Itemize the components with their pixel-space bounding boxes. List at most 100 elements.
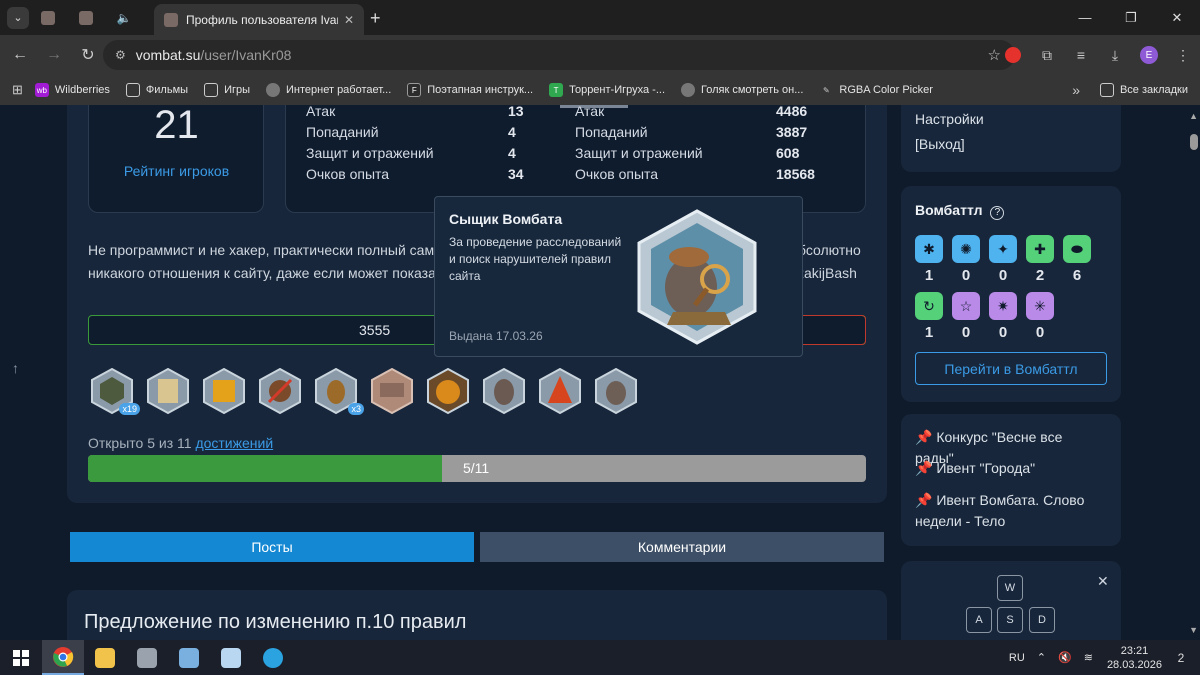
achievement-badge[interactable] (368, 367, 416, 415)
chrome-taskbar-app[interactable] (42, 640, 84, 675)
tab-search-button[interactable]: ⌄ (7, 6, 29, 29)
back-button[interactable]: ← (4, 39, 36, 71)
pinned-tab-1[interactable] (29, 4, 67, 32)
logout-link[interactable]: [Выход] (915, 136, 965, 152)
go-to-wombattle-button[interactable]: Перейти в Вомбаттл (915, 352, 1107, 385)
scroll-to-top-icon[interactable]: ↑ (12, 360, 19, 376)
stat-label: Очков опыта (575, 166, 659, 182)
tab-comments[interactable]: Комментарии (480, 532, 884, 562)
post-title[interactable]: Предложение по изменению п.10 правил (84, 611, 466, 634)
syringe-icon[interactable]: ✚ (1026, 235, 1054, 263)
all-bookmarks[interactable]: Все закладки (1099, 83, 1188, 97)
extension-red-icon[interactable] (1005, 47, 1021, 63)
paint-taskbar-app[interactable] (168, 640, 210, 675)
help-icon[interactable]: ? (990, 206, 1005, 220)
telegram-icon (263, 647, 283, 668)
close-tab-icon[interactable]: ✕ (344, 13, 354, 27)
key-s[interactable]: S (997, 607, 1023, 633)
start-button[interactable] (0, 640, 42, 675)
close-window-button[interactable]: ✕ (1154, 0, 1200, 35)
key-d[interactable]: D (1029, 607, 1055, 633)
tooltip-description: За проведение расследований и поиск нару… (449, 235, 622, 283)
stat-label: Защит и отражений (575, 145, 703, 161)
notepad-taskbar-app[interactable] (210, 640, 252, 675)
media-control-icon[interactable]: ≡ (1064, 47, 1098, 63)
bookmark-wildberries[interactable]: wb Wildberries (34, 83, 110, 97)
bookmark-rgba[interactable]: ✎ RGBA Color Picker (819, 83, 933, 97)
folder-icon (125, 83, 140, 97)
rank-card: 21 Рейтинг игроков (88, 105, 264, 213)
bookmark-folder-films[interactable]: Фильмы (125, 83, 188, 97)
bookmark-instruction[interactable]: F Поэтапная инструк... (407, 83, 533, 97)
achievement-badge[interactable] (256, 367, 304, 415)
bookmark-internet[interactable]: Интернет работает... (266, 83, 391, 97)
bookmark-label: Wildberries (54, 84, 110, 96)
scroll-up-arrow-icon[interactable]: ▲ (1189, 111, 1198, 121)
spider-web-icon[interactable]: ✳ (1026, 292, 1054, 320)
key-w[interactable]: W (997, 575, 1023, 601)
achievements-link[interactable]: достижений (195, 435, 273, 451)
page-scrollbar[interactable] (1188, 105, 1200, 640)
bookmark-label: Торрент-Игруха -... (569, 84, 665, 96)
wifi-icon[interactable]: ≋ (1084, 651, 1093, 664)
bookmark-golyak[interactable]: Голяк смотреть он... (681, 83, 803, 97)
active-tab[interactable]: Профиль пользователя IvanKr0 ✕ (154, 4, 364, 35)
achievement-badge[interactable] (592, 367, 640, 415)
scroll-down-arrow-icon[interactable]: ▼ (1189, 625, 1198, 635)
volume-muted-icon[interactable]: 🔇 (1058, 651, 1072, 664)
wombattle-title-text: Вомбаттл (915, 202, 983, 218)
tray-expand-icon[interactable]: ⌃ (1037, 651, 1046, 664)
achievement-badge[interactable]: x19 (88, 367, 140, 415)
tab-posts[interactable]: Посты (70, 532, 474, 562)
wombattle-count: 0 (998, 324, 1008, 341)
pill-icon[interactable]: ⬬ (1063, 235, 1091, 263)
bookmark-folder-games[interactable]: Игры (204, 83, 250, 97)
app-taskbar-3[interactable] (126, 640, 168, 675)
pinned-item[interactable]: 📌 Ивент Вомбата. Слово недели - Тело (915, 490, 1105, 532)
address-bar[interactable]: ⚙ vombat.su/user/IvanKr08 ☆ (103, 40, 1015, 70)
more-bookmarks-icon[interactable]: » (1072, 82, 1080, 98)
shield-bug-icon[interactable]: ✦ (989, 235, 1017, 263)
achievement-badge[interactable]: x3 (312, 367, 364, 415)
pinned-tab-2[interactable] (67, 4, 105, 32)
apps-grid-icon[interactable]: ⊞ (12, 82, 23, 98)
rank-link[interactable]: Рейтинг игроков (89, 163, 264, 179)
web-icon[interactable]: ✷ (989, 292, 1017, 320)
scroll-thumb[interactable] (1190, 134, 1198, 150)
language-indicator[interactable]: RU (1009, 652, 1025, 664)
recycle-icon[interactable]: ↻ (915, 292, 943, 320)
new-tab-button[interactable]: + (370, 8, 381, 29)
telegram-taskbar-app[interactable] (252, 640, 294, 675)
stat-value: 4486 (776, 105, 808, 119)
maximize-button[interactable]: ❐ (1108, 0, 1154, 35)
wombattle-icons-row-2: ↻ ☆ ✷ ✳ (915, 292, 1054, 320)
virus-icon[interactable]: ✺ (952, 235, 980, 263)
achievement-badge[interactable] (144, 367, 192, 415)
settings-link[interactable]: Настройки (915, 111, 984, 127)
explorer-taskbar-app[interactable] (84, 640, 126, 675)
bug-icon[interactable]: ✱ (915, 235, 943, 263)
stat-value: 34 (508, 166, 524, 182)
reload-button[interactable]: ↻ (72, 39, 104, 71)
key-a[interactable]: A (966, 607, 992, 633)
achievement-badge[interactable] (536, 367, 584, 415)
site-info-icon[interactable]: ⚙ (115, 48, 126, 62)
active-tab-title: Профиль пользователя IvanKr0 (186, 12, 338, 27)
bookmark-torrent[interactable]: T Торрент-Игруха -... (549, 83, 665, 97)
achievement-badge[interactable] (480, 367, 528, 415)
badge-multiplier: x3 (348, 403, 364, 415)
downloads-icon[interactable]: ⤓ (1098, 47, 1132, 64)
achievement-badge[interactable] (200, 367, 248, 415)
profile-avatar[interactable]: E (1140, 46, 1158, 64)
achievement-badge[interactable] (424, 367, 472, 415)
notification-center[interactable]: 2 (1170, 647, 1192, 669)
clock[interactable]: 23:21 28.03.2026 (1107, 644, 1162, 672)
extensions-puzzle-icon[interactable]: ⧉ (1030, 47, 1064, 64)
audio-tab[interactable]: 🔈 (105, 4, 143, 32)
forward-button[interactable]: → (38, 39, 70, 71)
minimize-button[interactable]: — (1062, 0, 1108, 35)
close-keyboard-icon[interactable]: ✕ (1097, 573, 1109, 590)
star-icon[interactable]: ☆ (952, 292, 980, 320)
menu-kebab-icon[interactable]: ⋮ (1166, 47, 1200, 64)
pinned-item[interactable]: 📌 Ивент "Города" (915, 458, 1105, 479)
